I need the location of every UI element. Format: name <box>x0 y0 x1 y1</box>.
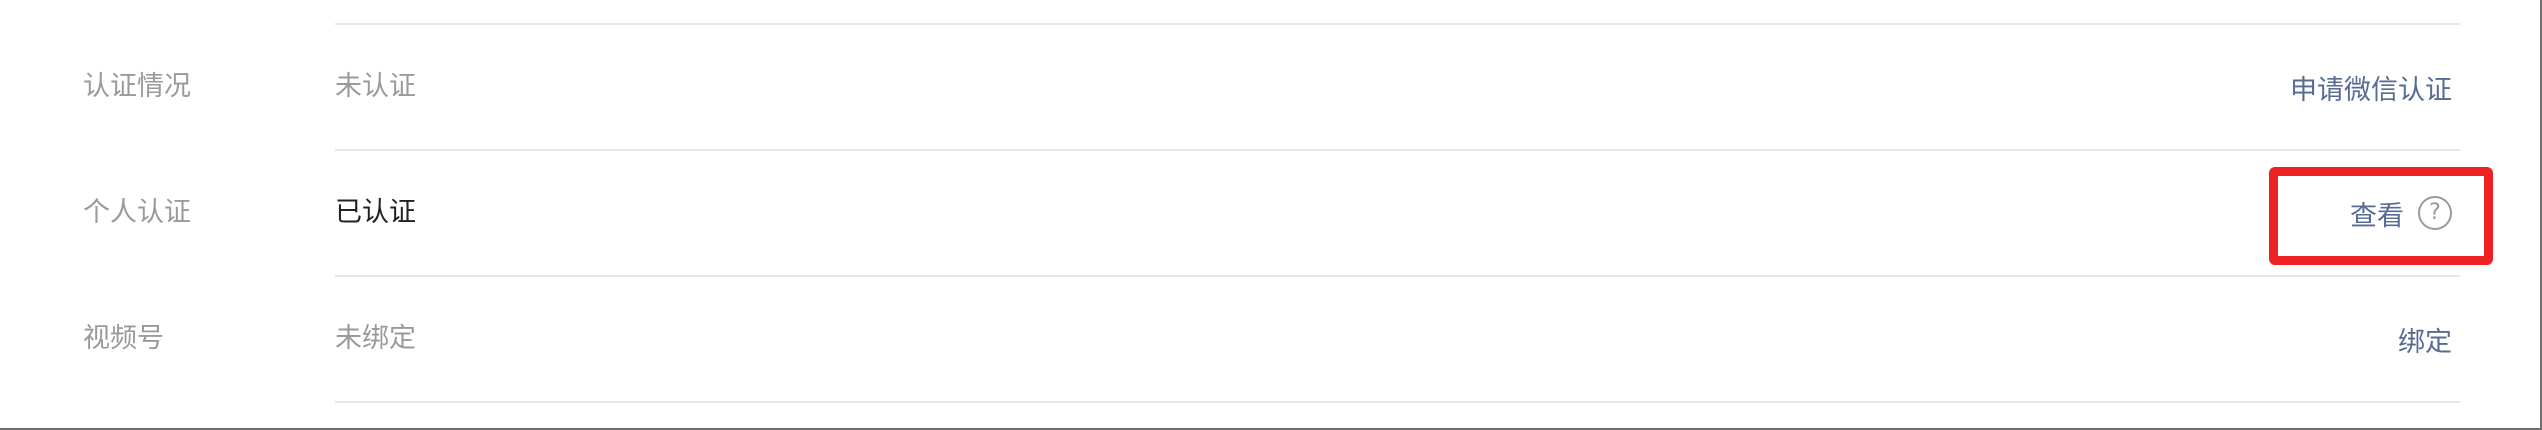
question-circle-icon[interactable]: ? <box>2418 196 2452 230</box>
row-channels: 视频号 未绑定 绑定 <box>0 277 2540 401</box>
view-verification-label: 查看 <box>2350 200 2404 232</box>
row-verification-status: 认证情况 未认证 申请微信认证 <box>0 25 2540 149</box>
verification-status-value: 未认证 <box>335 71 416 102</box>
personal-verification-value: 已认证 <box>335 197 416 228</box>
bind-channels-link[interactable]: 绑定 <box>2398 277 2452 401</box>
apply-wechat-verification-link[interactable]: 申请微信认证 <box>2290 25 2452 149</box>
apply-wechat-verification-label: 申请微信认证 <box>2290 74 2452 106</box>
settings-panel: 认证情况 未认证 申请微信认证 个人认证 已认证 查看 ? 视频号 未绑定 绑定 <box>0 0 2542 430</box>
bind-channels-label: 绑定 <box>2398 326 2452 358</box>
row-divider-bottom <box>335 401 2460 403</box>
channels-label: 视频号 <box>83 323 164 354</box>
channels-value: 未绑定 <box>335 323 416 354</box>
personal-verification-label: 个人认证 <box>83 197 191 228</box>
verification-status-label: 认证情况 <box>83 71 191 102</box>
row-personal-verification: 个人认证 已认证 查看 ? <box>0 151 2540 275</box>
view-verification-link[interactable]: 查看 ? <box>2350 151 2452 275</box>
